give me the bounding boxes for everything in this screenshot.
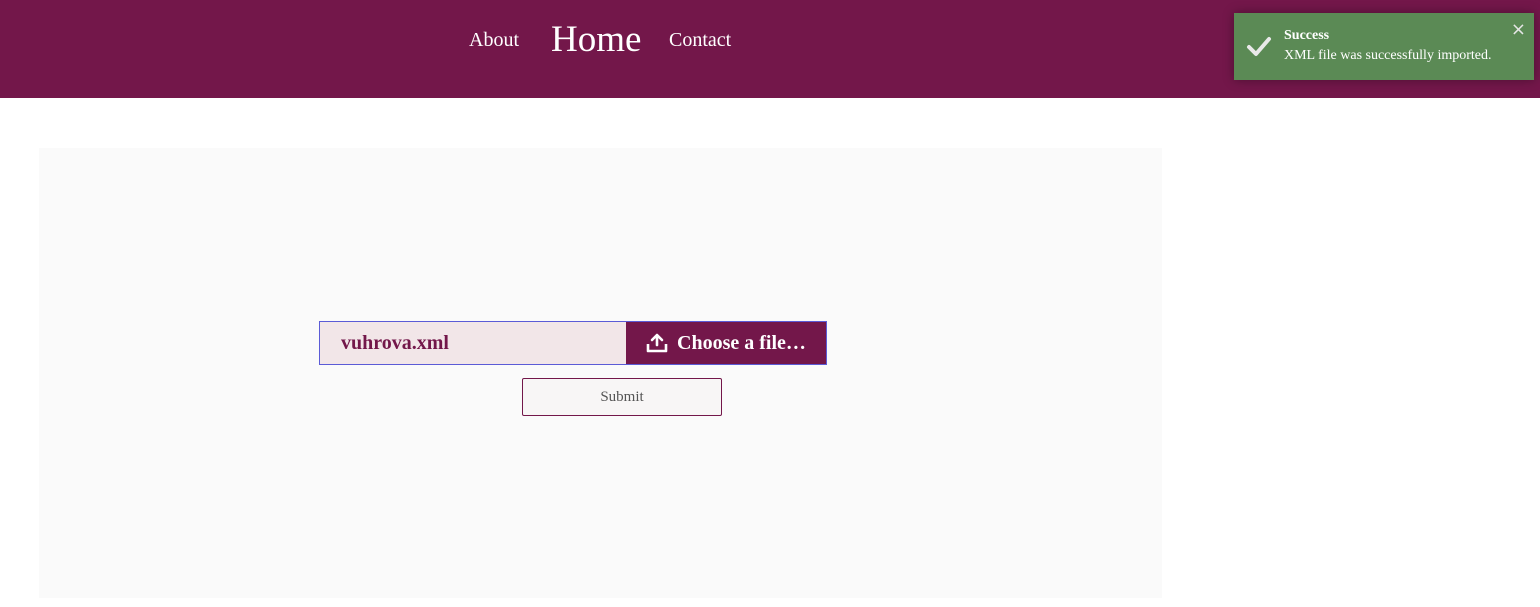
close-icon[interactable]: × bbox=[1511, 21, 1526, 39]
nav-contact-link[interactable]: Contact bbox=[669, 29, 731, 52]
toast-title: Success bbox=[1284, 28, 1330, 43]
choose-file-label: Choose a file… bbox=[677, 331, 806, 354]
nav-about-link[interactable]: About bbox=[469, 29, 519, 52]
nav-home-link[interactable]: Home bbox=[551, 18, 641, 61]
upload-icon bbox=[646, 333, 668, 353]
upload-panel bbox=[39, 148, 1162, 598]
file-upload-control[interactable]: vuhrova.xml Choose a file… bbox=[319, 321, 827, 365]
selected-file-name: vuhrova.xml bbox=[320, 322, 626, 364]
choose-file-button[interactable]: Choose a file… bbox=[626, 322, 826, 364]
submit-button[interactable]: Submit bbox=[522, 378, 722, 416]
check-icon bbox=[1247, 37, 1271, 56]
success-toast: Success XML file was successfully import… bbox=[1234, 13, 1534, 80]
toast-message: XML file was successfully imported. bbox=[1284, 48, 1492, 63]
